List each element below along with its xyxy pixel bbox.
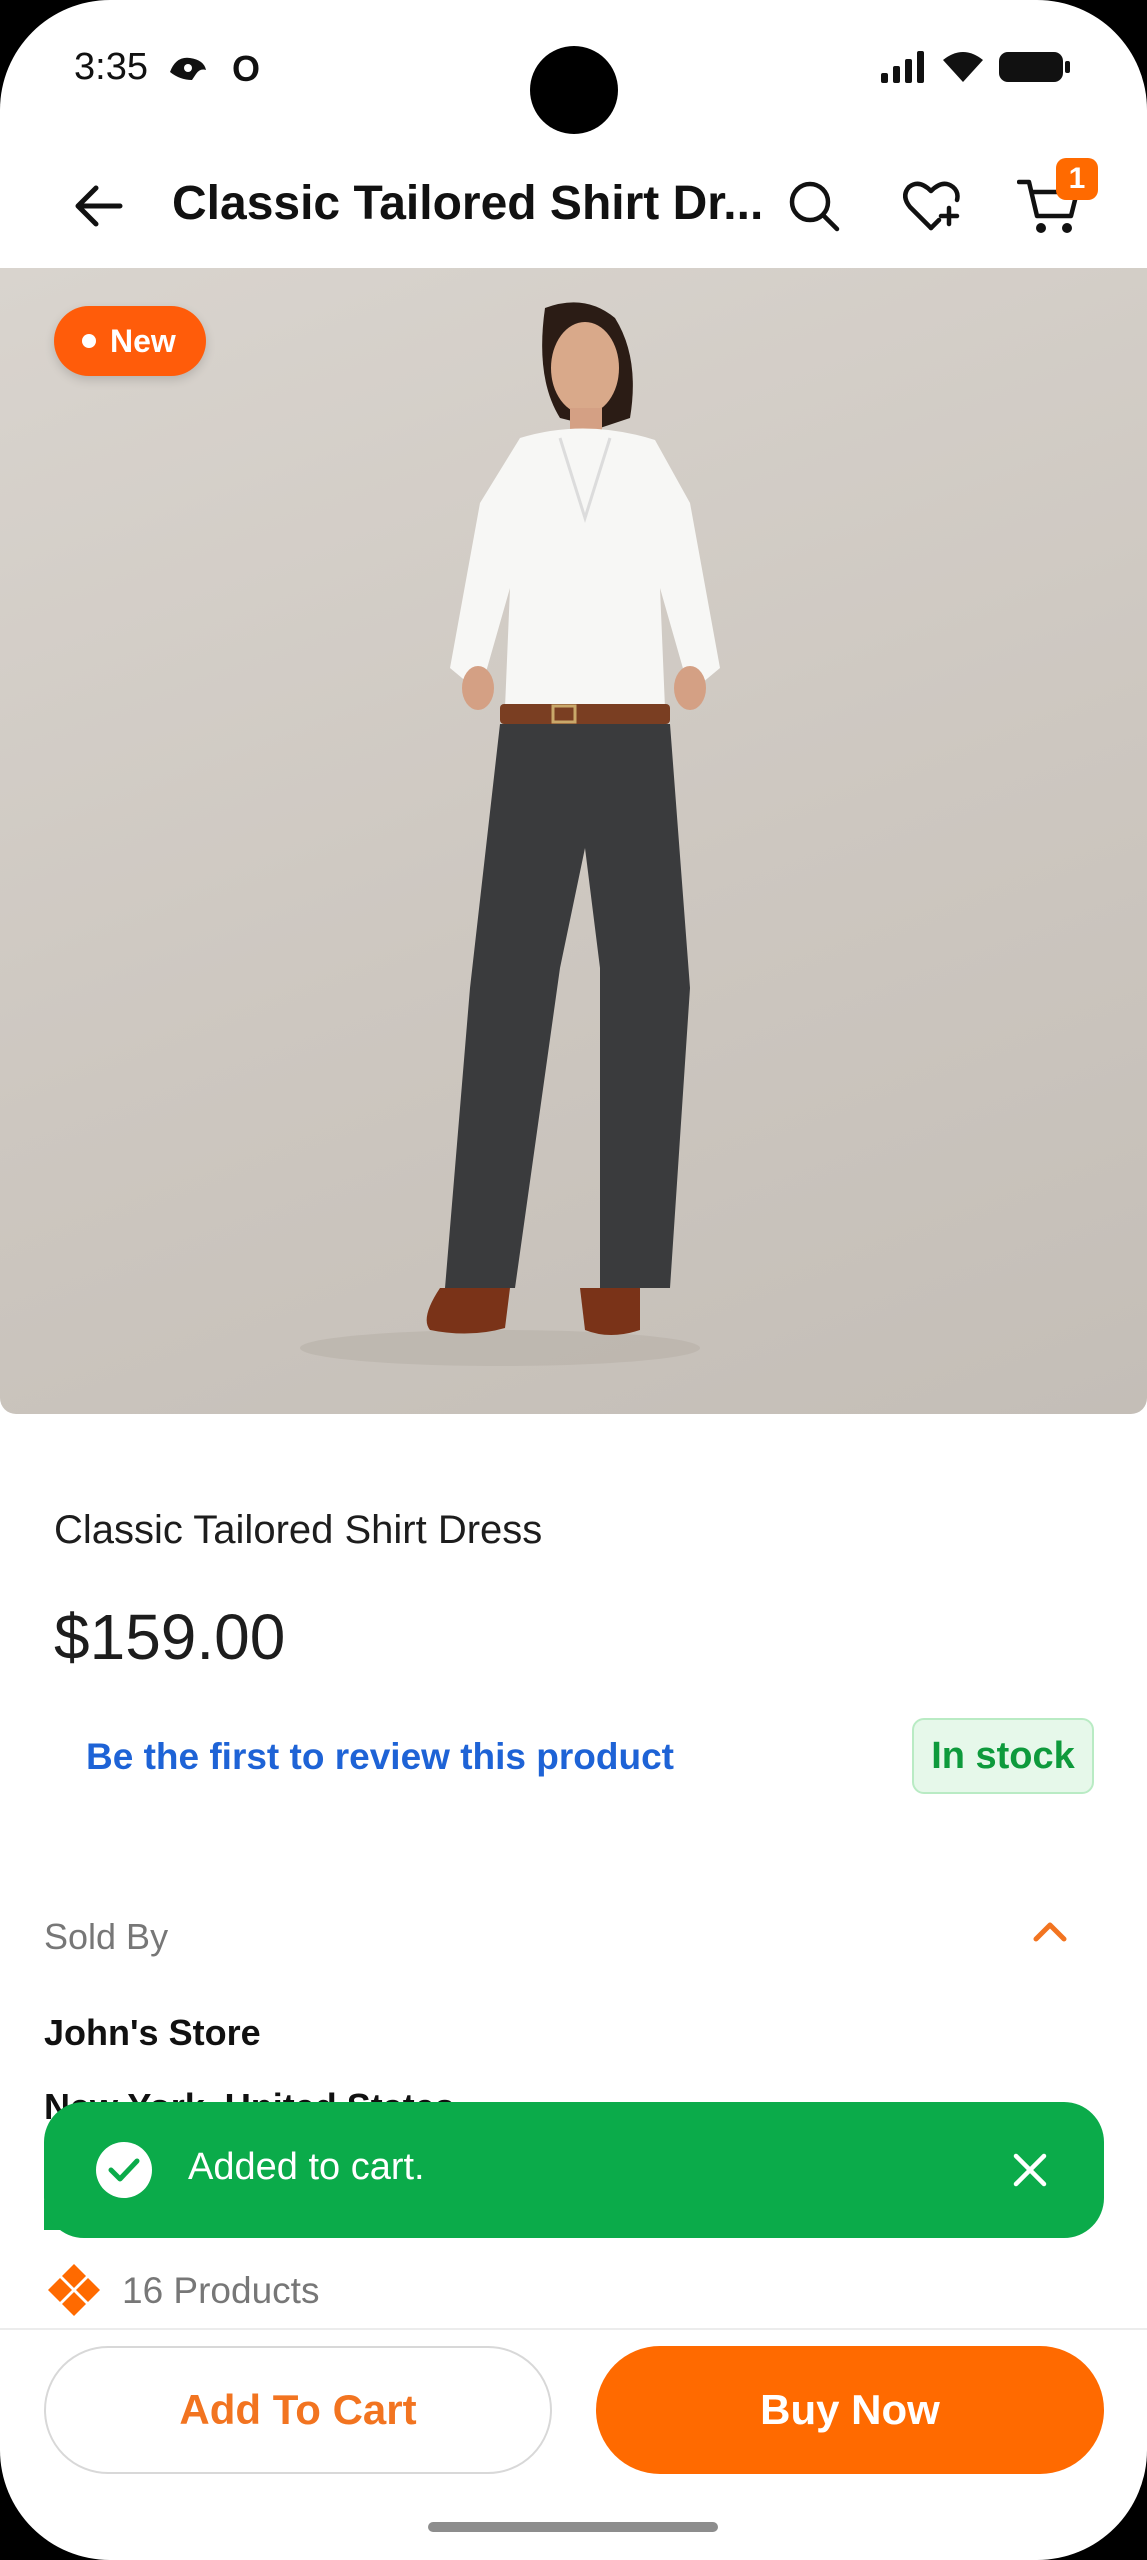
phone-screen: 3:35 O Classic Tailored Shirt Dr... 1 Ne…	[0, 0, 1147, 2560]
status-bar: 3:35 O	[0, 0, 1147, 140]
new-badge-label: New	[110, 322, 176, 359]
search-icon	[789, 181, 840, 232]
front-camera	[530, 46, 618, 134]
heart-plus-icon	[903, 181, 960, 231]
search-button[interactable]	[780, 172, 848, 240]
chevron-up-icon	[1033, 1922, 1067, 1942]
close-icon	[1013, 2153, 1047, 2187]
add-to-cart-button[interactable]: Add To Cart	[44, 2346, 552, 2474]
wishlist-button[interactable]	[898, 172, 966, 240]
status-right	[879, 50, 1071, 89]
wifi-icon	[941, 50, 985, 89]
check-circle-icon	[96, 2142, 152, 2198]
status-time: 3:35	[74, 46, 148, 88]
back-arrow-icon	[75, 185, 123, 227]
sold-by-label: Sold By	[44, 1916, 169, 1957]
store-products-count[interactable]: 16 Products	[122, 2270, 319, 2312]
product-price: $159.00	[54, 1601, 286, 1673]
toast-close-button[interactable]	[1004, 2144, 1056, 2196]
notification-icon	[166, 52, 210, 91]
cart-count-badge: 1	[1056, 158, 1098, 200]
toast-message: Added to cart.	[188, 2146, 425, 2188]
status-indicator: O	[232, 48, 261, 89]
review-link[interactable]: Be the first to review this product	[86, 1736, 674, 1778]
store-icon	[46, 2262, 102, 2323]
battery-icon	[999, 50, 1071, 89]
badge-dot	[82, 334, 96, 348]
home-indicator[interactable]	[428, 2522, 718, 2532]
product-photo-illustration	[300, 302, 720, 1366]
page-title: Classic Tailored Shirt Dr...	[172, 177, 764, 230]
back-button[interactable]	[64, 172, 132, 240]
bottom-bar-divider	[0, 2328, 1147, 2330]
added-to-cart-toast: Added to cart.	[44, 2102, 1104, 2238]
stock-badge: In stock	[912, 1718, 1094, 1794]
product-name: Classic Tailored Shirt Dress	[54, 1508, 543, 1552]
buy-now-button[interactable]: Buy Now	[596, 2346, 1104, 2474]
new-badge: New	[54, 306, 206, 376]
product-image[interactable]	[0, 268, 1147, 1414]
top-app-bar: Classic Tailored Shirt Dr...	[0, 150, 1147, 260]
collapse-seller-button[interactable]	[1028, 1910, 1072, 1954]
signal-icon	[879, 51, 927, 88]
store-name[interactable]: John's Store	[44, 2012, 261, 2054]
